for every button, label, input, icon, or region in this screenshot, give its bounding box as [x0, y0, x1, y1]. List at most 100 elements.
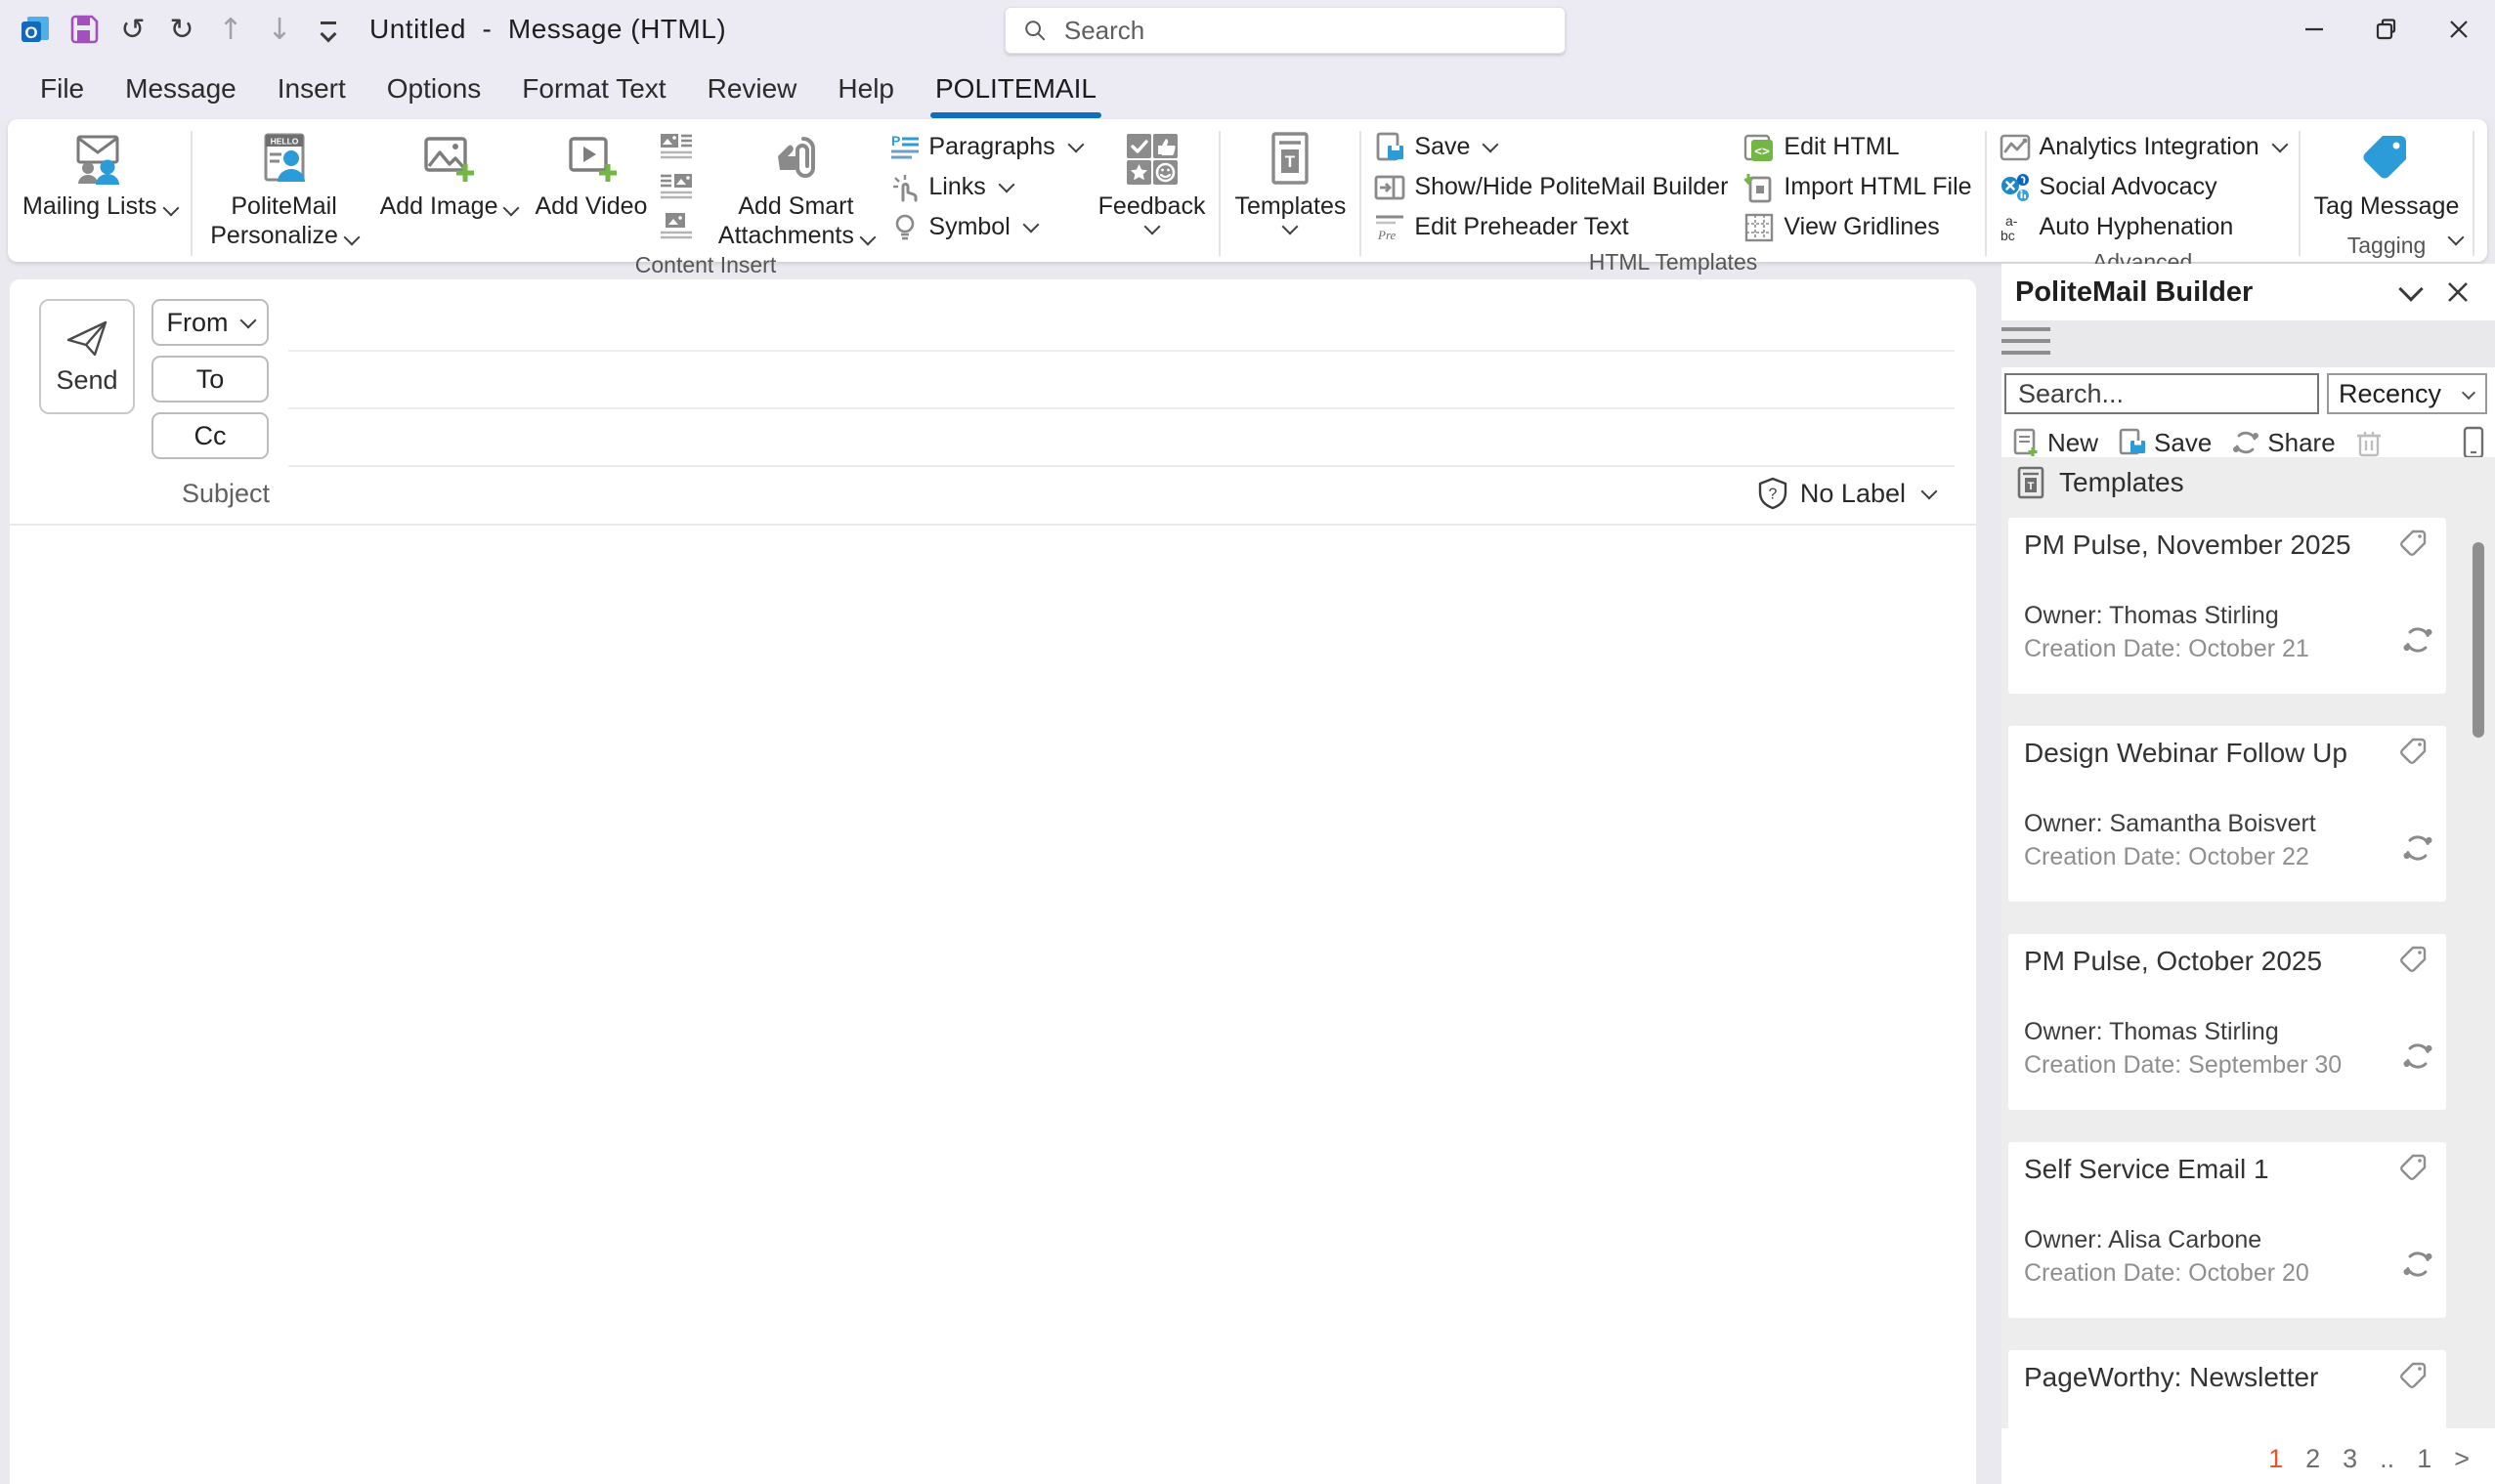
image-left-text-layout-button[interactable] [658, 129, 695, 162]
restore-icon [2376, 19, 2396, 40]
template-search-box[interactable] [2004, 373, 2319, 414]
to-field[interactable] [288, 407, 1955, 409]
tag-button[interactable] [2397, 1360, 2432, 1395]
cc-label: Cc [194, 420, 227, 450]
sensitivity-label-dropdown[interactable]: ? No Label [1757, 477, 1938, 510]
page-1-button[interactable]: 1 [2268, 1444, 2283, 1474]
page-last-button[interactable]: 1 [2417, 1444, 2431, 1474]
tab-message[interactable]: Message [105, 65, 257, 112]
builder-close-button[interactable] [2434, 271, 2481, 314]
chevron-down-icon [1022, 216, 1040, 233]
save-template-icon [1377, 132, 1404, 160]
message-body-editor[interactable] [10, 526, 1976, 1484]
mobile-preview-button[interactable] [2463, 426, 2484, 459]
outlook-app-button[interactable]: O [14, 7, 57, 52]
ribbon-group-mailing-lists: Mailing Lists [14, 125, 186, 262]
template-cards: PM Pulse, November 2025 Owner: Thomas St… [2001, 508, 2446, 1428]
edit-html-icon: <> [1744, 134, 1774, 161]
share-template-card-button[interactable] [2401, 623, 2434, 657]
links-button[interactable]: Links [886, 167, 1085, 207]
page-2-button[interactable]: 2 [2305, 1444, 2320, 1474]
tab-review[interactable]: Review [687, 65, 818, 112]
svg-text:?: ? [1768, 487, 1777, 503]
page-3-button[interactable]: 3 [2343, 1444, 2357, 1474]
politemail-personalize-button[interactable]: HELLO PoliteMail Personalize [197, 125, 371, 252]
symbol-button[interactable]: Symbol [886, 207, 1085, 247]
tab-politemail[interactable]: POLITEMAIL [915, 65, 1117, 118]
auto-hyphenation-label: Auto Hyphenation [2039, 213, 2234, 240]
up-button[interactable]: ↑ [209, 7, 252, 52]
send-button[interactable]: Send [39, 299, 135, 414]
edit-html-button[interactable]: <> Edit HTML [1740, 127, 1975, 167]
tab-insert[interactable]: Insert [257, 65, 366, 112]
share-template-card-button[interactable] [2401, 831, 2434, 865]
paragraphs-button[interactable]: P Paragraphs [886, 127, 1085, 167]
drag-handle-icon[interactable] [2001, 327, 2050, 355]
cc-field[interactable] [288, 465, 1955, 467]
customize-quick-access-button[interactable] [307, 7, 350, 52]
text-left-image-layout-button[interactable] [658, 169, 695, 202]
show-hide-builder-button[interactable]: Show/Hide PoliteMail Builder [1370, 167, 1732, 207]
sort-value: Recency [2339, 378, 2442, 408]
auto-hyphenation-button[interactable]: a- bc Auto Hyphenation [1996, 207, 2290, 247]
share-icon [2403, 1251, 2432, 1277]
save-template-button[interactable]: Save [1370, 127, 1732, 167]
delete-template-button[interactable] [2349, 426, 2388, 459]
tag-icon [2400, 738, 2427, 764]
chevron-down-icon [1482, 136, 1499, 153]
minimize-button[interactable] [2278, 0, 2350, 59]
tag-button[interactable] [2397, 944, 2432, 979]
tag-message-button[interactable]: Tag Message [2305, 125, 2469, 223]
analytics-integration-button[interactable]: Analytics Integration [1996, 127, 2290, 167]
view-gridlines-button[interactable]: View Gridlines [1740, 207, 1975, 247]
social-advocacy-button[interactable]: Social Advocacy [1996, 167, 2290, 207]
tab-file[interactable]: File [20, 65, 105, 112]
panel-scrollbar-thumb[interactable] [2473, 542, 2484, 738]
next-page-button[interactable]: > [2454, 1444, 2470, 1474]
politemail-builder-panel: PoliteMail Builder Recency New [2001, 264, 2495, 1484]
template-card[interactable]: PM Pulse, November 2025 Owner: Thomas St… [2008, 518, 2446, 694]
tab-help[interactable]: Help [817, 65, 915, 112]
add-smart-attachments-button[interactable]: Add Smart Attachments [709, 125, 882, 252]
save-quick-button[interactable] [63, 7, 106, 52]
share-template-button[interactable]: Share [2225, 426, 2341, 460]
restore-button[interactable] [2350, 0, 2423, 59]
collapse-ribbon-button[interactable] [2444, 229, 2465, 248]
template-search-input[interactable] [2016, 377, 2307, 410]
image-caption-layout-button[interactable] [658, 209, 695, 242]
template-card[interactable]: Design Webinar Follow Up Owner: Samantha… [2008, 726, 2446, 902]
to-button[interactable]: To [151, 356, 269, 403]
tag-button[interactable] [2397, 1152, 2432, 1187]
from-button[interactable]: From [151, 299, 269, 346]
social-advocacy-label: Social Advocacy [2039, 173, 2217, 200]
tab-options[interactable]: Options [366, 65, 502, 112]
close-button[interactable] [2423, 0, 2495, 59]
from-field[interactable] [288, 350, 1955, 352]
new-template-button[interactable]: New [2005, 426, 2104, 460]
search-input[interactable] [1061, 14, 1547, 47]
templates-button[interactable]: T Templates [1226, 125, 1355, 235]
share-template-card-button[interactable] [2401, 1248, 2434, 1281]
mailing-lists-button[interactable]: Mailing Lists [14, 125, 186, 223]
edit-preheader-button[interactable]: Pre Edit Preheader Text [1370, 207, 1732, 247]
template-card[interactable]: PageWorthy: Newsletter [2008, 1350, 2446, 1428]
feedback-button[interactable]: Feedback [1090, 125, 1215, 235]
add-video-button[interactable]: Add Video [526, 125, 656, 223]
template-card[interactable]: PM Pulse, October 2025 Owner: Thomas Sti… [2008, 934, 2446, 1110]
templates-section-header[interactable]: T Templates [2001, 457, 2495, 508]
save-template-panel-button[interactable]: Save [2112, 426, 2217, 460]
down-button[interactable]: ↓ [258, 7, 301, 52]
redo-button[interactable]: ↻ [160, 7, 203, 52]
tag-button[interactable] [2397, 528, 2432, 563]
cc-button[interactable]: Cc [151, 412, 269, 459]
undo-button[interactable]: ↺ [111, 7, 154, 52]
tab-format-text[interactable]: Format Text [501, 65, 686, 112]
search-bar[interactable] [1005, 7, 1566, 54]
import-html-button[interactable]: Import HTML File [1740, 167, 1975, 207]
builder-collapse-button[interactable] [2387, 271, 2434, 314]
template-card[interactable]: Self Service Email 1 Owner: Alisa Carbon… [2008, 1142, 2446, 1318]
tag-button[interactable] [2397, 736, 2432, 771]
add-image-button[interactable]: Add Image [371, 125, 527, 223]
sort-dropdown[interactable]: Recency [2327, 373, 2487, 414]
share-template-card-button[interactable] [2401, 1039, 2434, 1073]
